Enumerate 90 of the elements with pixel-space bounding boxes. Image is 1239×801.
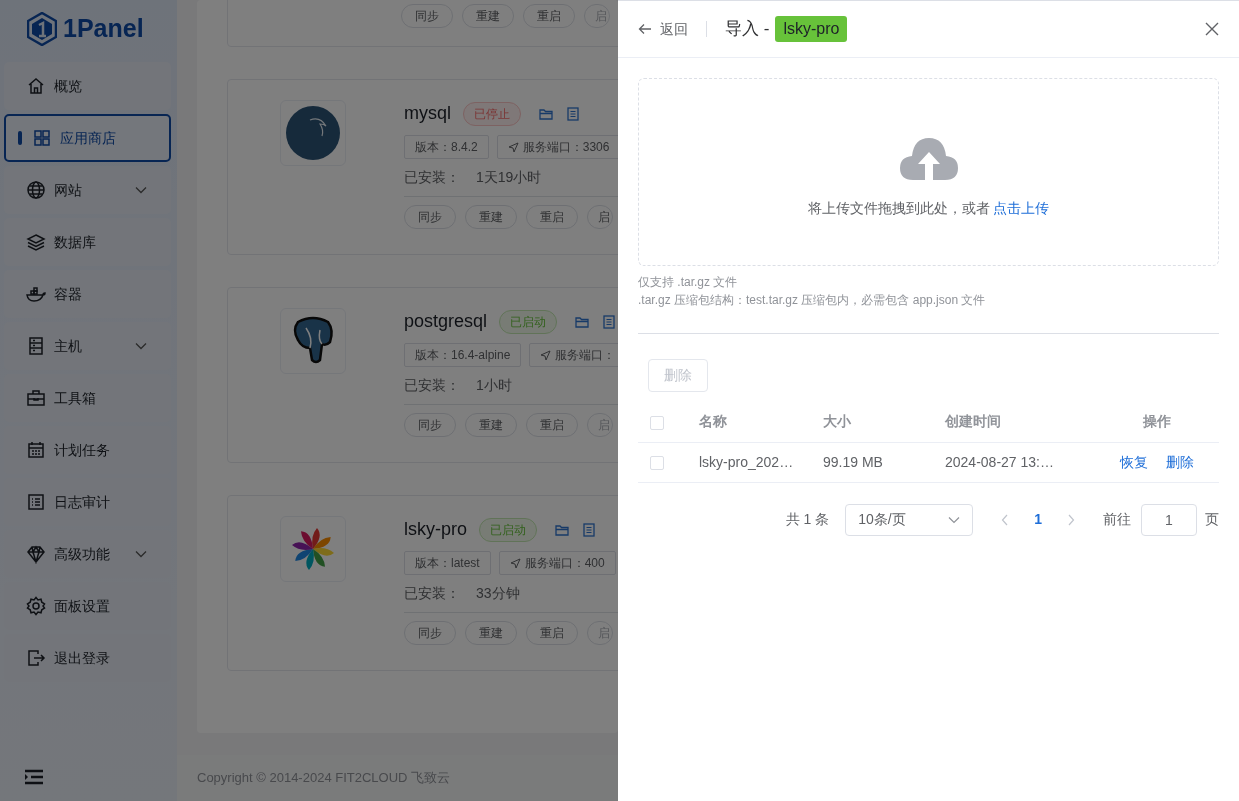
column-header: 操作 bbox=[1142, 413, 1171, 430]
send-icon bbox=[540, 349, 552, 361]
logo-icon bbox=[27, 12, 57, 46]
installed-label: 已安装： bbox=[404, 168, 460, 187]
action-button[interactable]: 启 bbox=[587, 205, 613, 229]
installed-time: 33分钟 bbox=[476, 584, 520, 603]
page-size-select[interactable]: 10条/页 bbox=[845, 503, 974, 536]
goto-label: 前往 bbox=[1103, 510, 1131, 529]
calendar-icon bbox=[26, 440, 46, 460]
folder-icon[interactable] bbox=[555, 523, 569, 536]
document-icon[interactable] bbox=[567, 106, 579, 121]
document-icon[interactable] bbox=[603, 314, 616, 329]
upload-instruction: 将上传文件拖拽到此处，或者 点击上传 bbox=[807, 198, 1050, 218]
select-all-checkbox[interactable] bbox=[650, 415, 664, 430]
installed-label: 已安装： bbox=[404, 376, 460, 395]
drawer-title: 导入 - bbox=[725, 18, 770, 41]
total-count: 共 1 条 bbox=[785, 510, 830, 529]
globe-icon bbox=[26, 180, 46, 200]
action-button[interactable]: 重启 bbox=[526, 413, 578, 437]
upload-link[interactable]: 点击上传 bbox=[993, 199, 1050, 216]
chevron-down-icon bbox=[948, 515, 961, 524]
app-tag: lsky-pro bbox=[775, 16, 848, 42]
action-button[interactable]: 重启 bbox=[523, 4, 575, 28]
installed-time: 1小时 bbox=[476, 376, 512, 395]
table-cell: lsky-pro_202… bbox=[699, 453, 794, 470]
action-button[interactable]: 重启 bbox=[526, 205, 578, 229]
action-link[interactable]: 恢复 bbox=[1119, 453, 1148, 470]
version-tag: 版本：8.4.2 bbox=[404, 135, 489, 159]
version-tag: 版本：16.4-alpine bbox=[404, 343, 522, 367]
app-name: mysql bbox=[404, 102, 451, 125]
column-header: 创建时间 bbox=[945, 413, 1001, 430]
back-link[interactable]: 返回 bbox=[638, 18, 688, 40]
upload-dropzone[interactable]: 将上传文件拖拽到此处，或者 点击上传 bbox=[638, 78, 1219, 266]
action-button[interactable]: 重建 bbox=[462, 4, 514, 28]
column-header: 大小 bbox=[823, 413, 851, 430]
action-button[interactable]: 重建 bbox=[465, 621, 517, 645]
page-input[interactable]: 1 bbox=[1141, 503, 1197, 536]
server-icon bbox=[26, 336, 46, 356]
send-icon bbox=[509, 557, 521, 569]
chevron-right-icon[interactable] bbox=[1067, 513, 1075, 526]
table-cell: 99.19 MB bbox=[823, 453, 883, 470]
logo-text: 1Panel bbox=[63, 13, 144, 45]
hint-text: 仅支持 .tar.gz 文件 bbox=[638, 274, 739, 291]
grid-icon bbox=[32, 128, 52, 148]
app-logo bbox=[280, 516, 346, 582]
app-logo bbox=[280, 308, 346, 374]
action-link[interactable]: 删除 bbox=[1165, 453, 1194, 470]
menu-collapse-icon[interactable] bbox=[24, 769, 44, 785]
app-name: lsky-pro bbox=[404, 518, 467, 541]
sidebar-item[interactable]: 应用商店 bbox=[4, 114, 171, 162]
back-arrow-icon bbox=[638, 23, 652, 35]
diamond-icon bbox=[26, 544, 46, 564]
column-header: 名称 bbox=[699, 413, 727, 430]
installed-label: 已安装： bbox=[404, 584, 460, 603]
close-icon[interactable] bbox=[1205, 22, 1219, 36]
action-button[interactable]: 重启 bbox=[526, 621, 578, 645]
toolbox-icon bbox=[26, 388, 46, 408]
status-badge: 已启动 bbox=[479, 517, 537, 542]
version-tag: 版本：latest bbox=[404, 551, 491, 575]
action-button[interactable]: 同步 bbox=[404, 205, 456, 229]
list-icon bbox=[26, 492, 46, 512]
status-badge: 已停止 bbox=[463, 101, 521, 126]
installed-time: 1天19小时 bbox=[476, 168, 542, 187]
action-button[interactable]: 同步 bbox=[404, 621, 456, 645]
action-button[interactable]: 同步 bbox=[404, 413, 456, 437]
sidebar-item[interactable]: 概览 bbox=[4, 62, 171, 110]
port-tag: 服务端口：400 bbox=[498, 551, 616, 575]
chevron-left-icon[interactable] bbox=[1001, 513, 1010, 526]
logout-icon bbox=[26, 648, 46, 668]
table-cell: 2024-08-27 13:… bbox=[945, 453, 1054, 470]
layers-icon bbox=[26, 232, 46, 252]
app-name: postgresql bbox=[404, 310, 488, 333]
hint-text: .tar.gz 压缩包结构：test.tar.gz 压缩包内，必需包含 app.json 文件 bbox=[638, 292, 987, 309]
action-button[interactable]: 同步 bbox=[401, 4, 453, 28]
page-number[interactable]: 1 bbox=[1034, 509, 1042, 530]
action-button[interactable]: 重建 bbox=[465, 413, 517, 437]
whale-icon bbox=[26, 284, 46, 304]
page-unit: 页 bbox=[1205, 510, 1219, 529]
row-checkbox[interactable] bbox=[650, 455, 664, 470]
port-tag: 服务端口：3306 bbox=[496, 135, 618, 159]
folder-icon[interactable] bbox=[575, 315, 590, 328]
folder-icon[interactable] bbox=[539, 107, 553, 120]
status-badge: 已启动 bbox=[499, 309, 558, 334]
home-icon bbox=[26, 76, 46, 96]
upload-cloud-icon bbox=[898, 135, 959, 182]
document-icon[interactable] bbox=[583, 522, 595, 537]
send-icon bbox=[507, 141, 519, 153]
app-logo bbox=[280, 100, 346, 166]
gear-icon bbox=[26, 596, 46, 616]
action-button[interactable]: 重建 bbox=[465, 205, 517, 229]
